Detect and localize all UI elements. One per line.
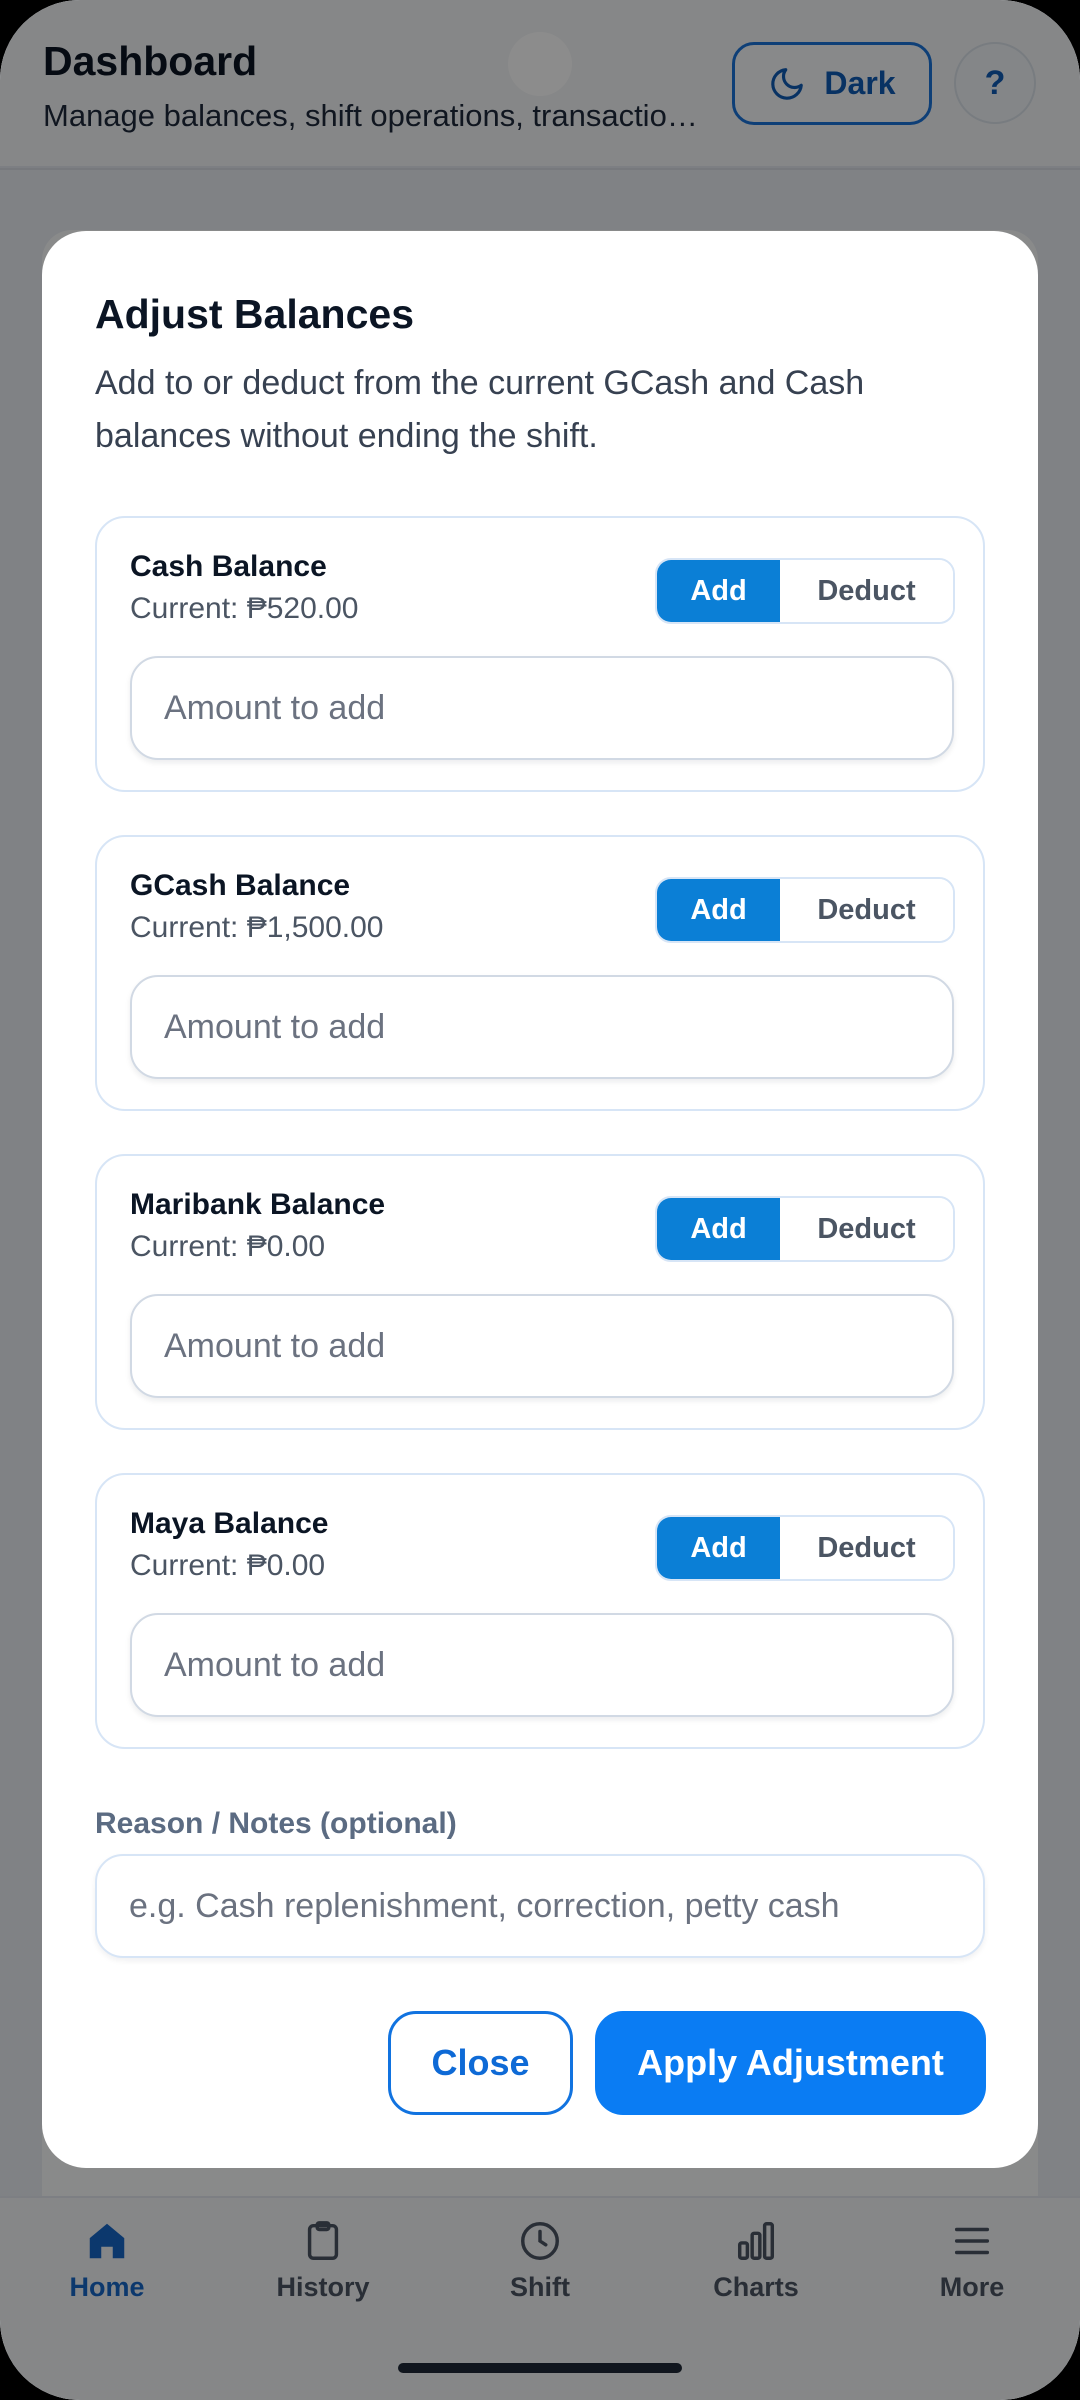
notes-label: Reason / Notes (optional) — [95, 1807, 457, 1840]
notes-input[interactable] — [95, 1854, 985, 1958]
deduct-option[interactable]: Deduct — [780, 879, 953, 941]
balance-current: Current: ₱0.00 — [130, 1549, 326, 1582]
balance-name: Maya Balance — [130, 1507, 329, 1540]
deduct-option[interactable]: Deduct — [780, 1517, 953, 1579]
gcash-amount-input[interactable] — [130, 975, 954, 1079]
modal-description: Add to or deduct from the current GCash … — [95, 364, 865, 455]
balance-current: Current: ₱520.00 — [130, 592, 359, 625]
add-deduct-toggle: Add Deduct — [655, 877, 955, 943]
phone-screen: Dashboard Manage balances, shift operati… — [0, 0, 1080, 2400]
add-option[interactable]: Add — [657, 1198, 780, 1260]
balance-current: Current: ₱1,500.00 — [130, 911, 384, 944]
add-deduct-toggle: Add Deduct — [655, 558, 955, 624]
gcash-balance-card: GCash Balance Current: ₱1,500.00 Add Ded… — [95, 835, 985, 1111]
apply-adjustment-button[interactable]: Apply Adjustment — [595, 2011, 986, 2115]
maya-amount-input[interactable] — [130, 1613, 954, 1717]
add-option[interactable]: Add — [657, 1517, 780, 1579]
add-option[interactable]: Add — [657, 560, 780, 622]
modal-title: Adjust Balances — [95, 291, 414, 337]
add-deduct-toggle: Add Deduct — [655, 1196, 955, 1262]
balance-current: Current: ₱0.00 — [130, 1230, 326, 1263]
balance-name: Cash Balance — [130, 550, 327, 583]
maya-balance-card: Maya Balance Current: ₱0.00 Add Deduct — [95, 1473, 985, 1749]
adjust-balances-modal: Adjust Balances Add to or deduct from th… — [42, 231, 1038, 2168]
maribank-amount-input[interactable] — [130, 1294, 954, 1398]
balance-name: Maribank Balance — [130, 1188, 386, 1221]
close-button[interactable]: Close — [388, 2011, 573, 2115]
balance-name: GCash Balance — [130, 869, 351, 902]
deduct-option[interactable]: Deduct — [780, 1198, 953, 1260]
maribank-balance-card: Maribank Balance Current: ₱0.00 Add Dedu… — [95, 1154, 985, 1430]
cash-amount-input[interactable] — [130, 656, 954, 760]
add-deduct-toggle: Add Deduct — [655, 1515, 955, 1581]
deduct-option[interactable]: Deduct — [780, 560, 953, 622]
add-option[interactable]: Add — [657, 879, 780, 941]
cash-balance-card: Cash Balance Current: ₱520.00 Add Deduct — [95, 516, 985, 792]
